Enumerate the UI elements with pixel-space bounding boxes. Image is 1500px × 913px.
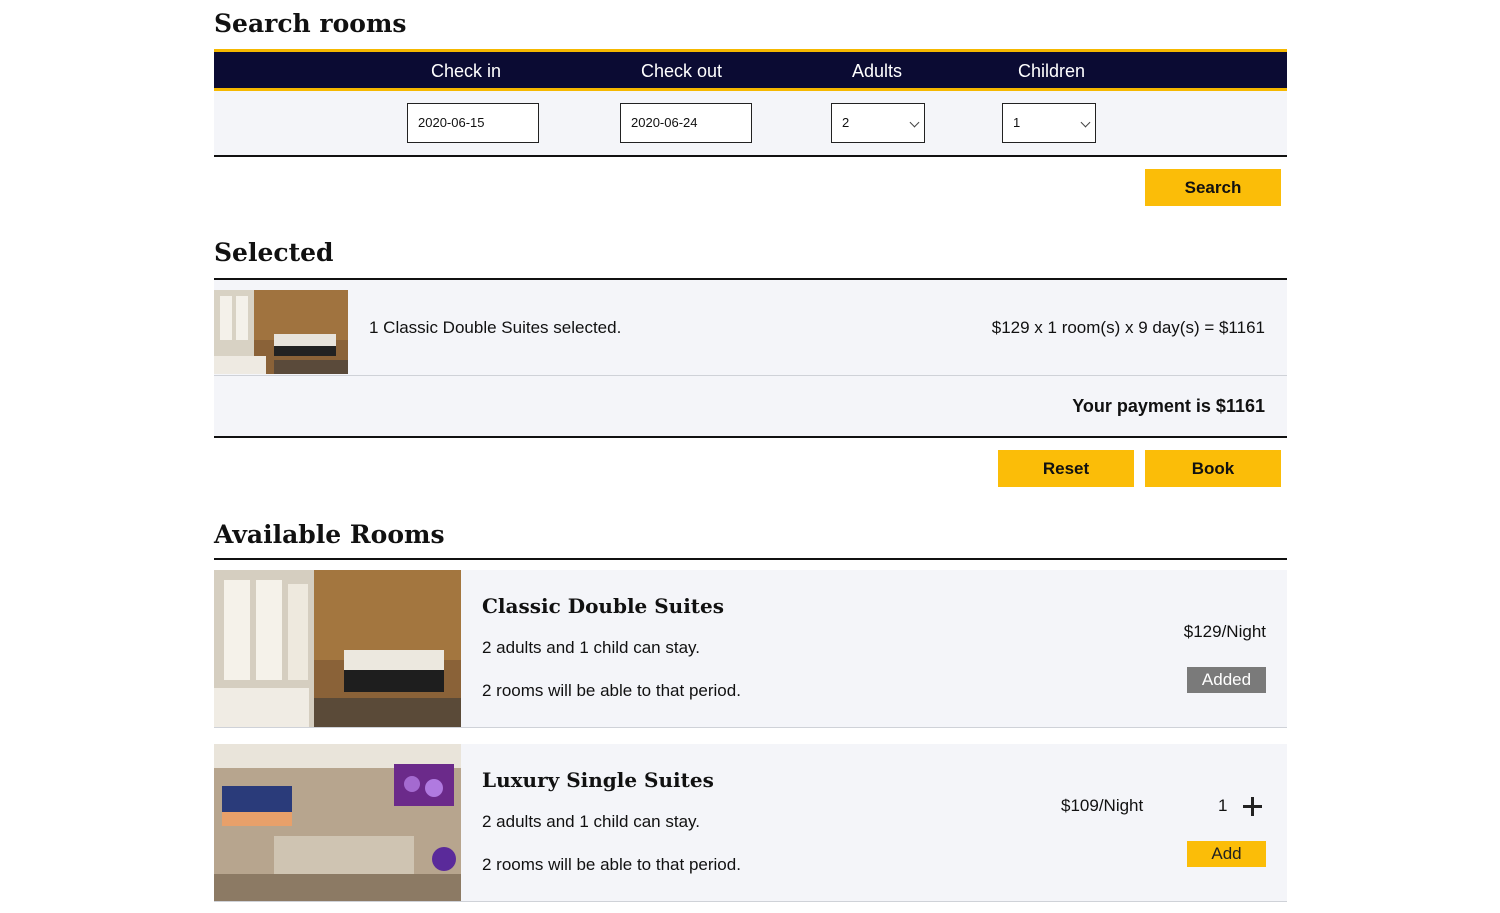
add-button[interactable]: Add — [1187, 841, 1266, 867]
plus-icon[interactable] — [1243, 797, 1263, 817]
selected-panel: 1 Classic Double Suites selected. $129 x… — [214, 278, 1287, 438]
payment-total: Your payment is $1161 — [1072, 396, 1265, 416]
check-out-date-input[interactable]: 2020-06-24 — [620, 103, 752, 143]
room-capacity: 2 adults and 1 child can stay. — [482, 812, 700, 831]
adults-select-value: 2 — [842, 115, 850, 130]
header-check-out: Check out — [641, 61, 723, 81]
search-button[interactable]: Search — [1145, 169, 1281, 206]
header-children: Children — [1018, 61, 1086, 81]
added-button[interactable]: Added — [1187, 667, 1266, 693]
room-availability: 2 rooms will be able to that period. — [482, 855, 741, 874]
search-rooms-title: Search rooms — [214, 9, 407, 38]
book-button[interactable]: Book — [1145, 450, 1281, 487]
selected-item-text: 1 Classic Double Suites selected. — [369, 318, 622, 337]
room-name: Luxury Single Suites — [482, 768, 714, 792]
selected-room-thumbnail — [214, 290, 348, 374]
search-table-body: 2020-06-15 2020-06-24 2 1 — [214, 91, 1287, 157]
selected-price-calc: $129 x 1 room(s) x 9 day(s) = $1161 — [991, 318, 1265, 337]
room-image — [214, 744, 461, 901]
room-availability: 2 rooms will be able to that period. — [482, 681, 741, 700]
search-table-header: Check in Check out Adults Children — [214, 49, 1287, 91]
selected-title: Selected — [214, 238, 334, 267]
room-card: Classic Double Suites 2 adults and 1 chi… — [214, 570, 1287, 728]
room-image — [214, 570, 461, 727]
adults-select[interactable]: 2 — [831, 103, 925, 143]
room-capacity: 2 adults and 1 child can stay. — [482, 638, 700, 657]
header-adults: Adults — [852, 61, 903, 81]
chevron-down-icon — [1080, 117, 1091, 128]
available-rooms-title: Available Rooms — [214, 520, 445, 549]
page: Search rooms Check in Check out Adults C… — [214, 0, 1287, 902]
search-actions: Search — [214, 157, 1287, 231]
payment-row: Your payment is $1161 — [214, 376, 1287, 436]
check-in-date-input[interactable]: 2020-06-15 — [407, 103, 539, 143]
room-list: Classic Double Suites 2 adults and 1 chi… — [214, 558, 1287, 902]
children-select-value: 1 — [1013, 115, 1021, 130]
selected-item-row: 1 Classic Double Suites selected. $129 x… — [214, 280, 1287, 376]
room-price: $129/Night — [1183, 622, 1266, 641]
header-check-in: Check in — [431, 61, 502, 81]
room-name: Classic Double Suites — [482, 594, 725, 618]
children-select[interactable]: 1 — [1002, 103, 1096, 143]
room-card: Luxury Single Suites 2 adults and 1 chil… — [214, 744, 1287, 902]
selected-actions: Reset Book — [214, 438, 1287, 512]
reset-button[interactable]: Reset — [998, 450, 1134, 487]
chevron-down-icon — [909, 117, 920, 128]
room-price: $109/Night — [1061, 796, 1144, 815]
room-quantity: 1 — [1218, 796, 1228, 815]
